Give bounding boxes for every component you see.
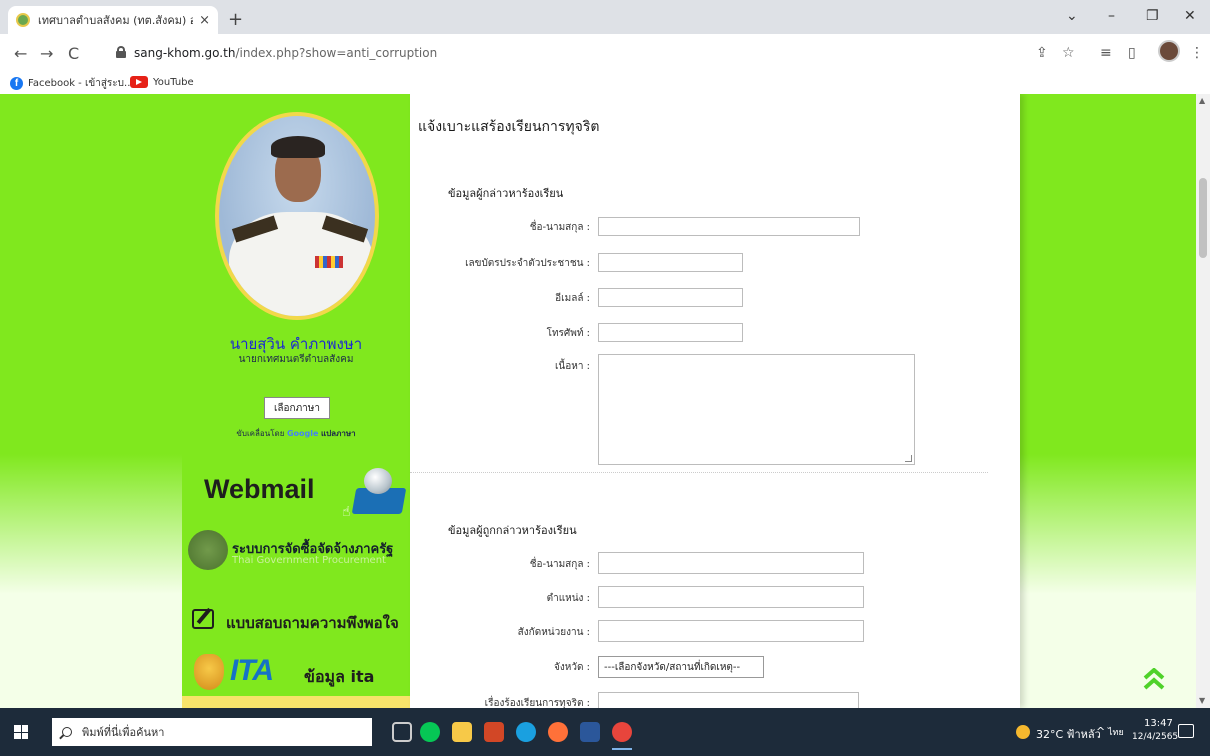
task-view-icon[interactable] — [392, 722, 412, 742]
bookmark-label: YouTube — [153, 76, 194, 88]
bookmark-star-icon[interactable]: ☆ — [1062, 45, 1075, 61]
bookmarks-bar: f Facebook - เข้าสู่ระบ... YouTube — [0, 72, 1210, 94]
windows-taskbar: พิมพ์ที่นี่เพื่อค้นหา 32°C ฟ้าหลัว ^ ไทย… — [0, 708, 1210, 756]
ita-data-link[interactable]: ข้อมูล ita — [304, 665, 374, 690]
tab-title: เทศบาลตำบลสังคม (ทต.สังคม) อำเภอ — [38, 14, 193, 27]
new-tab-button[interactable]: + — [228, 9, 243, 30]
hand-cursor-icon: ☝ — [342, 504, 351, 520]
page-title: แจ้งเบาะแสร้องเรียนการทุจริต — [418, 119, 600, 135]
share-icon[interactable]: ⇪ — [1036, 45, 1048, 61]
url-text: sang-khom.go.th/index.php?show=anti_corr… — [134, 46, 438, 60]
subject-label: เรื่องร้องเรียนการทุจริต : — [484, 698, 590, 708]
browser-tab-active[interactable]: เทศบาลตำบลสังคม (ทต.สังคม) อำเภอ × — [8, 6, 218, 34]
edge-browser-icon[interactable] — [516, 722, 536, 742]
bookmark-youtube[interactable]: YouTube — [130, 76, 194, 88]
subject-input[interactable] — [598, 692, 859, 708]
sidebar-banner-strip — [182, 696, 410, 708]
gprocurement-subtitle: Thai Government Procurement — [232, 555, 386, 566]
select-language-button[interactable]: เลือกภาษา — [264, 397, 330, 419]
input-language[interactable]: ไทย — [1108, 725, 1124, 739]
clock-time[interactable]: 13:47 — [1144, 718, 1173, 729]
phone-input[interactable] — [598, 323, 743, 342]
mayor-portrait — [215, 112, 379, 320]
back-button[interactable]: ← — [14, 44, 27, 63]
garuda-emblem-icon — [188, 530, 228, 570]
side-panel-icon[interactable]: ▯ — [1128, 45, 1136, 61]
web-page: นายสุวิน คำภาพงษา นายกเทศมนตรีตำบลสังคม … — [0, 94, 1196, 708]
back-to-top-icon[interactable] — [1142, 667, 1166, 694]
page-scrollbar[interactable]: ▲ ▼ — [1196, 94, 1210, 708]
phone-label: โทรศัพท์ : — [546, 328, 590, 339]
id-card-label: เลขบัตรประจำตัวประชาชน : — [465, 258, 590, 269]
email-input[interactable] — [598, 288, 743, 307]
complaint-form-panel: แจ้งเบาะแสร้องเรียนการทุจริต ข้อมูลผู้กล… — [410, 94, 1020, 708]
forward-button[interactable]: → — [40, 44, 53, 63]
lock-icon — [116, 46, 126, 58]
tab-close-icon[interactable]: × — [199, 13, 210, 28]
bookmark-facebook[interactable]: f Facebook - เข้าสู่ระบ... — [10, 76, 134, 91]
agency-input[interactable] — [598, 620, 864, 642]
word-icon[interactable] — [580, 722, 600, 742]
section-divider — [410, 472, 988, 473]
show-hidden-icons-icon[interactable]: ^ — [1096, 725, 1105, 738]
google-translate-credit: ขับเคลื่อนโดย Google แปลภาษา — [236, 429, 356, 438]
agency-label: สังกัดหน่วยงาน : — [517, 627, 590, 638]
weather-sun-icon — [1016, 725, 1030, 739]
webmail-button-icon[interactable] — [351, 462, 407, 522]
complainant-name-label: ชื่อ-นามสกุล : — [529, 222, 590, 233]
browser-menu-icon[interactable]: ⋮ — [1190, 45, 1204, 61]
minimize-button[interactable]: – — [1108, 8, 1115, 24]
site-favicon-icon — [16, 13, 30, 27]
accused-name-input[interactable] — [598, 552, 864, 574]
search-placeholder: พิมพ์ที่นี่เพื่อค้นหา — [82, 726, 165, 739]
notification-center-icon[interactable] — [1178, 724, 1194, 738]
chrome-icon[interactable] — [612, 722, 632, 750]
windows-start-icon[interactable] — [14, 725, 28, 739]
search-icon — [62, 727, 72, 737]
complainant-name-input[interactable] — [598, 217, 860, 236]
clock-date[interactable]: 12/4/2565 — [1132, 732, 1178, 742]
scrollbar-thumb[interactable] — [1199, 178, 1207, 258]
url-omnibox[interactable]: sang-khom.go.th/index.php?show=anti_corr… — [108, 40, 1028, 68]
profile-avatar[interactable] — [1158, 40, 1180, 62]
scroll-down-icon[interactable]: ▼ — [1199, 696, 1205, 705]
ita-logo[interactable]: ITA — [230, 654, 274, 688]
content-label: เนื้อหา : — [554, 361, 590, 372]
file-explorer-icon[interactable] — [452, 722, 472, 742]
email-label: อีเมลล์ : — [555, 293, 590, 304]
province-select[interactable]: ---เลือกจังหวัด/สถานที่เกิดเหตุ-- — [598, 656, 764, 678]
id-card-input[interactable] — [598, 253, 743, 272]
reload-button[interactable]: C — [68, 44, 79, 63]
taskbar-search-box[interactable]: พิมพ์ที่นี่เพื่อค้นหา — [52, 718, 372, 746]
line-app-icon[interactable] — [420, 722, 440, 742]
facebook-icon: f — [10, 77, 23, 90]
tab-bar: เทศบาลตำบลสังคม (ทต.สังคม) อำเภอ × + ⌄ –… — [0, 0, 1210, 34]
left-sidebar: นายสุวิน คำภาพงษา นายกเทศมนตรีตำบลสังคม … — [182, 94, 410, 708]
satisfaction-survey-link[interactable]: แบบสอบถามความพึงพอใจ — [226, 611, 399, 635]
webmail-link[interactable]: Webmail — [204, 474, 315, 505]
complainant-section-title: ข้อมูลผู้กล่าวหาร้องเรียน — [448, 187, 564, 200]
scroll-up-icon[interactable]: ▲ — [1199, 96, 1205, 105]
position-input[interactable] — [598, 586, 864, 608]
content-textarea[interactable] — [598, 354, 915, 465]
mayor-title: นายกเทศมนตรีตำบลสังคม — [238, 354, 354, 365]
accused-name-label: ชื่อ-นามสกุล : — [529, 559, 590, 570]
bookmark-label: Facebook - เข้าสู่ระบ... — [28, 78, 134, 89]
nacc-emblem-icon — [194, 654, 224, 690]
position-label: ตำแหน่ง : — [546, 593, 590, 604]
reading-list-icon[interactable]: ≡ — [1100, 45, 1112, 61]
edit-survey-icon — [192, 609, 214, 629]
powerpoint-icon[interactable] — [484, 722, 504, 742]
accused-section-title: ข้อมูลผู้ถูกกล่าวหาร้องเรียน — [448, 524, 577, 537]
firefox-icon[interactable] — [548, 722, 568, 742]
tab-search-dropdown-icon[interactable]: ⌄ — [1066, 8, 1078, 24]
weather-text[interactable]: 32°C ฟ้าหลัว — [1036, 725, 1101, 743]
youtube-icon — [130, 76, 148, 88]
province-label: จังหวัด : — [554, 662, 590, 673]
close-window-button[interactable]: ✕ — [1184, 8, 1196, 24]
maximize-button[interactable]: ❐ — [1146, 8, 1159, 24]
